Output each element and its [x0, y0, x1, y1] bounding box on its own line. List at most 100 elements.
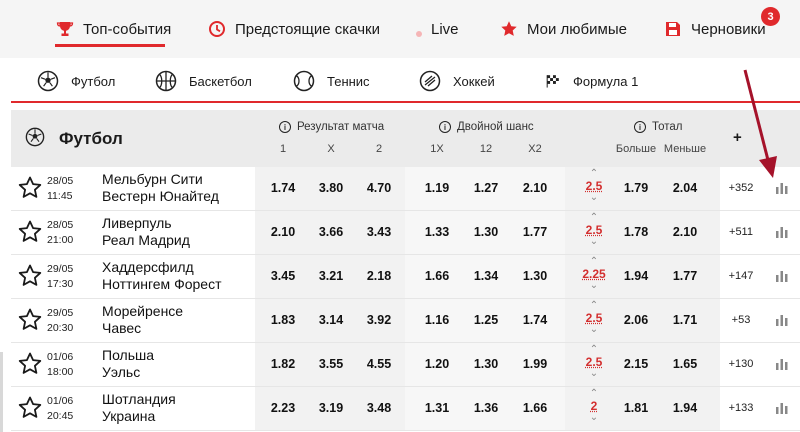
- odd-total-under[interactable]: 1.94: [665, 401, 705, 415]
- odd-total-over[interactable]: 1.94: [616, 269, 656, 283]
- away-team[interactable]: Реал Мадрид: [102, 232, 190, 249]
- tab-tennis[interactable]: Теннис: [293, 69, 370, 93]
- odd-x2[interactable]: 2.10: [515, 181, 555, 195]
- odd-2[interactable]: 2.18: [359, 269, 399, 283]
- home-team[interactable]: Хаддерсфилд: [102, 259, 194, 276]
- odd-x[interactable]: 3.55: [311, 357, 351, 371]
- odd-2[interactable]: 3.43: [359, 225, 399, 239]
- odd-1[interactable]: 2.10: [263, 225, 303, 239]
- odd-x2[interactable]: 1.99: [515, 357, 555, 371]
- chevron-up-icon[interactable]: ⌃: [577, 213, 611, 223]
- odd-total-under[interactable]: 1.65: [665, 357, 705, 371]
- table-row[interactable]: 28/05 21:00 Ливерпуль Реал Мадрид 2.10 3…: [11, 211, 800, 255]
- odd-12[interactable]: 1.36: [466, 401, 506, 415]
- odd-2[interactable]: 4.55: [359, 357, 399, 371]
- info-icon[interactable]: i: [634, 121, 646, 133]
- chevron-down-icon[interactable]: ⌄: [577, 325, 611, 335]
- odd-x[interactable]: 3.14: [311, 313, 351, 327]
- more-markets-count[interactable]: +511: [724, 226, 758, 238]
- home-team[interactable]: Ливерпуль: [102, 215, 172, 232]
- odd-total-under[interactable]: 1.71: [665, 313, 705, 327]
- away-team[interactable]: Ноттингем Форест: [102, 276, 221, 293]
- more-markets-count[interactable]: +147: [724, 270, 758, 282]
- more-markets-count[interactable]: +130: [724, 358, 758, 370]
- nav-upcoming-races[interactable]: Предстоящие скачки: [208, 17, 380, 41]
- odd-12[interactable]: 1.30: [466, 357, 506, 371]
- favorite-star-icon[interactable]: [17, 175, 43, 201]
- odd-total-under[interactable]: 2.04: [665, 181, 705, 195]
- total-line-selector[interactable]: ⌃ 2.5 ⌄: [577, 345, 611, 385]
- chevron-up-icon[interactable]: ⌃: [577, 257, 611, 267]
- statistics-icon[interactable]: [775, 269, 789, 283]
- odd-x2[interactable]: 1.30: [515, 269, 555, 283]
- odd-x[interactable]: 3.21: [311, 269, 351, 283]
- statistics-icon[interactable]: [775, 401, 789, 415]
- chevron-down-icon[interactable]: ⌄: [577, 193, 611, 203]
- odd-1[interactable]: 2.23: [263, 401, 303, 415]
- nav-drafts[interactable]: Черновики: [664, 17, 766, 41]
- odd-1x[interactable]: 1.16: [417, 313, 457, 327]
- odd-total-over[interactable]: 2.06: [616, 313, 656, 327]
- chevron-up-icon[interactable]: ⌃: [577, 301, 611, 311]
- home-team[interactable]: Морейренсе: [102, 303, 183, 320]
- table-row[interactable]: 29/05 20:30 Морейренсе Чавес 1.83 3.14 3…: [11, 299, 800, 343]
- tab-formula1[interactable]: Формула 1: [545, 69, 638, 93]
- total-line-selector[interactable]: ⌃ 2.5 ⌄: [577, 301, 611, 341]
- more-markets-count[interactable]: +53: [724, 314, 758, 326]
- odd-2[interactable]: 3.92: [359, 313, 399, 327]
- total-line-selector[interactable]: ⌃ 2.5 ⌄: [577, 169, 611, 209]
- favorite-star-icon[interactable]: [17, 351, 43, 377]
- tab-football[interactable]: Футбол: [37, 69, 115, 93]
- favorite-star-icon[interactable]: [17, 219, 43, 245]
- total-line-selector[interactable]: ⌃ 2.25 ⌄: [577, 257, 611, 297]
- total-line-selector[interactable]: ⌃ 2 ⌄: [577, 389, 611, 429]
- chevron-up-icon[interactable]: ⌃: [577, 345, 611, 355]
- odd-1x[interactable]: 1.19: [417, 181, 457, 195]
- chevron-down-icon[interactable]: ⌄: [577, 281, 611, 291]
- away-team[interactable]: Уэльс: [102, 364, 140, 381]
- away-team[interactable]: Чавес: [102, 320, 141, 337]
- odd-1[interactable]: 3.45: [263, 269, 303, 283]
- away-team[interactable]: Украина: [102, 408, 155, 425]
- odd-2[interactable]: 3.48: [359, 401, 399, 415]
- favorite-star-icon[interactable]: [17, 307, 43, 333]
- odd-2[interactable]: 4.70: [359, 181, 399, 195]
- odd-1x[interactable]: 1.66: [417, 269, 457, 283]
- favorite-star-icon[interactable]: [17, 263, 43, 289]
- home-team[interactable]: Мельбурн Сити: [102, 171, 203, 188]
- odd-x2[interactable]: 1.66: [515, 401, 555, 415]
- tab-basketball[interactable]: Баскетбол: [155, 69, 252, 93]
- odd-12[interactable]: 1.25: [466, 313, 506, 327]
- chevron-up-icon[interactable]: ⌃: [577, 389, 611, 399]
- home-team[interactable]: Польша: [102, 347, 154, 364]
- table-row[interactable]: 01/06 20:45 Шотландия Украина 2.23 3.19 …: [11, 387, 800, 431]
- odd-x[interactable]: 3.66: [311, 225, 351, 239]
- odd-1x[interactable]: 1.20: [417, 357, 457, 371]
- chevron-up-icon[interactable]: ⌃: [577, 169, 611, 179]
- odd-12[interactable]: 1.27: [466, 181, 506, 195]
- odd-x2[interactable]: 1.74: [515, 313, 555, 327]
- chevron-down-icon[interactable]: ⌄: [577, 369, 611, 379]
- odd-1[interactable]: 1.82: [263, 357, 303, 371]
- nav-top-events[interactable]: Топ-события: [56, 17, 171, 41]
- odd-1[interactable]: 1.74: [263, 181, 303, 195]
- odd-total-under[interactable]: 1.77: [665, 269, 705, 283]
- nav-favorites[interactable]: Мои любимые: [500, 17, 627, 41]
- odd-total-over[interactable]: 2.15: [616, 357, 656, 371]
- odd-total-over[interactable]: 1.78: [616, 225, 656, 239]
- nav-live[interactable]: Live: [415, 17, 459, 41]
- table-row[interactable]: 28/05 11:45 Мельбурн Сити Вестерн Юнайте…: [11, 167, 800, 211]
- odd-12[interactable]: 1.30: [466, 225, 506, 239]
- odd-1x[interactable]: 1.31: [417, 401, 457, 415]
- odd-total-under[interactable]: 2.10: [665, 225, 705, 239]
- table-row[interactable]: 29/05 17:30 Хаддерсфилд Ноттингем Форест…: [11, 255, 800, 299]
- odd-1[interactable]: 1.83: [263, 313, 303, 327]
- odd-x[interactable]: 3.80: [311, 181, 351, 195]
- odd-total-over[interactable]: 1.81: [616, 401, 656, 415]
- favorite-star-icon[interactable]: [17, 395, 43, 421]
- odd-total-over[interactable]: 1.79: [616, 181, 656, 195]
- statistics-icon[interactable]: [775, 357, 789, 371]
- statistics-icon[interactable]: [775, 225, 789, 239]
- odd-1x[interactable]: 1.33: [417, 225, 457, 239]
- total-line-selector[interactable]: ⌃ 2.5 ⌄: [577, 213, 611, 253]
